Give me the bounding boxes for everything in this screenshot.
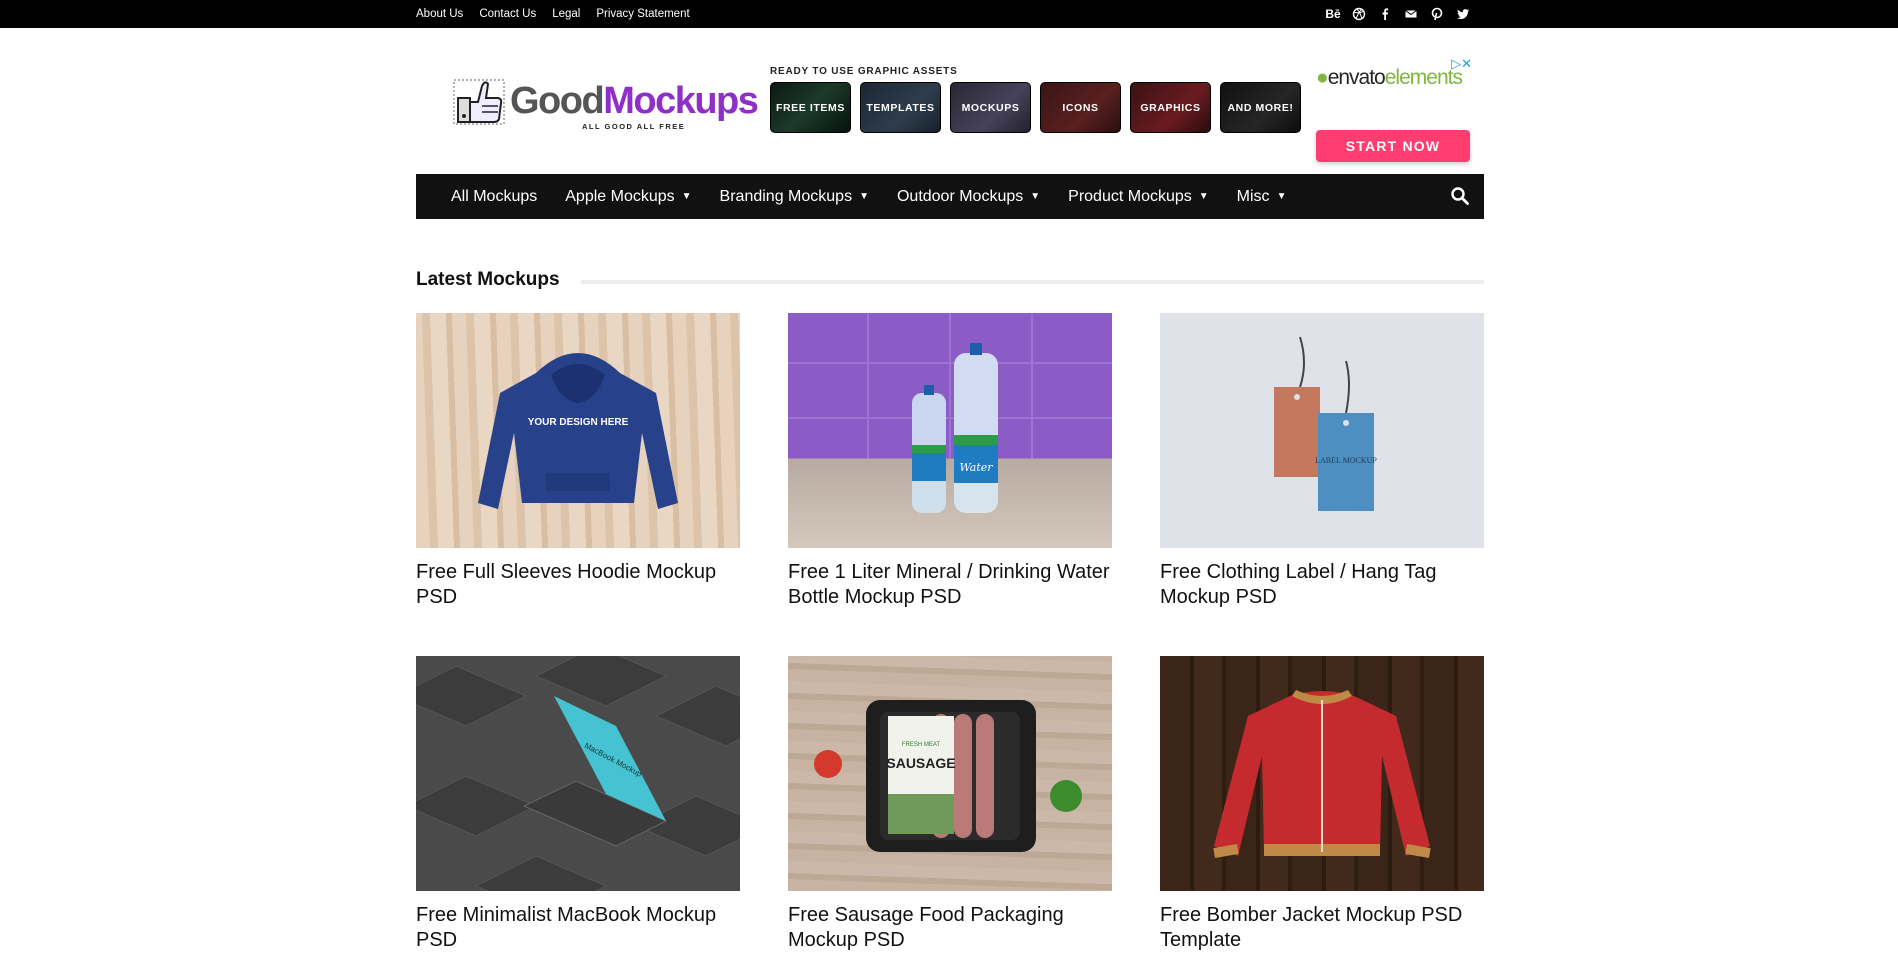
chevron-down-icon: ▼ (859, 191, 869, 202)
chevron-down-icon: ▼ (681, 191, 692, 202)
mockup-card-macbook[interactable]: MacBook Mockup Free Minimalist MacBook M… (416, 656, 740, 953)
bomber-jacket-image (1213, 690, 1431, 859)
card-thumbnail[interactable]: Water (788, 313, 1112, 548)
twitter-icon[interactable] (1450, 7, 1476, 21)
nav-product-mockups[interactable]: Product Mockups ▼ (1068, 188, 1209, 206)
nav-apple-mockups[interactable]: Apple Mockups ▼ (565, 188, 691, 206)
nav-misc[interactable]: Misc ▼ (1237, 188, 1287, 206)
tile-icons[interactable]: ICONS (1040, 82, 1121, 133)
top-bar: About Us Contact Us Legal Privacy Statem… (0, 0, 1898, 28)
card-title[interactable]: Free 1 Liter Mineral / Drinking Water Bo… (788, 560, 1112, 610)
chevron-down-icon: ▼ (1276, 191, 1287, 202)
logo-mockups-text: Mockups (603, 80, 759, 122)
privacy-statement-link[interactable]: Privacy Statement (596, 8, 689, 20)
search-icon[interactable] (1450, 186, 1470, 206)
elements-text: elements (1384, 66, 1463, 89)
tile-templates[interactable]: TEMPLATES (860, 82, 941, 133)
hoodie-image: YOUR DESIGN HERE (478, 353, 678, 509)
section-title: Latest Mockups (416, 269, 580, 291)
assets-title: READY TO USE GRAPHIC ASSETS (770, 66, 958, 77)
nav-branding-mockups[interactable]: Branding Mockups ▼ (720, 188, 869, 206)
card-thumbnail[interactable] (1160, 656, 1484, 891)
card-title[interactable]: Free Clothing Label / Hang Tag Mockup PS… (1160, 560, 1484, 610)
logo-tagline: ALL GOOD ALL FREE (582, 122, 686, 131)
card-thumbnail[interactable]: FRESH MEAT SAUSAGE (788, 656, 1112, 891)
nav-label: Apple Mockups (565, 187, 675, 205)
mockup-card-sausage[interactable]: FRESH MEAT SAUSAGE Free Sausage Food Pac… (788, 656, 1112, 953)
behance-icon[interactable]: Bē (1320, 7, 1346, 21)
site-logo[interactable]: GoodMockups ALL GOOD ALL FREE (452, 72, 759, 134)
mail-icon[interactable] (1398, 7, 1424, 21)
nav-label: Outdoor Mockups (896, 187, 1024, 205)
facebook-icon[interactable] (1372, 7, 1398, 21)
bottle-label-text: Water (959, 461, 993, 474)
card-thumbnail[interactable]: YOUR DESIGN HERE (416, 313, 740, 548)
envato-elements-logo: ●envatoelements (1316, 66, 1463, 90)
mockup-card-bomber-jacket[interactable]: Free Bomber Jacket Mockup PSD Template (1160, 656, 1484, 953)
section-divider (581, 280, 1484, 284)
main-nav: All Mockups Apple Mockups ▼ Branding Mock… (416, 174, 1484, 219)
hang-tags-image: LABEL MOCKUP (1274, 336, 1377, 511)
nav-label: Product Mockups (1068, 187, 1192, 205)
hoodie-print-text: YOUR DESIGN HERE (528, 417, 629, 428)
card-title[interactable]: Free Sausage Food Packaging Mockup PSD (788, 903, 1112, 953)
logo-good-text: Good (510, 80, 605, 122)
site-header: GoodMockups ALL GOOD ALL FREE READY TO U… (416, 28, 1484, 174)
logo-wordmark: GoodMockups (510, 80, 759, 122)
graphic-assets-banner: READY TO USE GRAPHIC ASSETS FREE ITEMS T… (770, 66, 1310, 133)
social-links: Bē (1320, 0, 1476, 28)
nav-all-mockups[interactable]: All Mockups (451, 188, 537, 206)
nav-label: Branding Mockups (719, 187, 853, 205)
top-links: About Us Contact Us Legal Privacy Statem… (416, 0, 706, 28)
tile-and-more[interactable]: AND MORE! (1220, 82, 1301, 133)
card-thumbnail[interactable]: MacBook Mockup (416, 656, 740, 891)
tile-graphics[interactable]: GRAPHICS (1130, 82, 1211, 133)
about-us-link[interactable]: About Us (416, 8, 463, 20)
card-title[interactable]: Free Minimalist MacBook Mockup PSD (416, 903, 740, 953)
card-title[interactable]: Free Bomber Jacket Mockup PSD Template (1160, 903, 1484, 953)
contact-us-link[interactable]: Contact Us (479, 8, 536, 20)
asset-tiles: FREE ITEMS TEMPLATES MOCKUPS ICONS GRAPH… (770, 82, 1310, 133)
nav-label: Misc (1236, 187, 1270, 205)
legal-link[interactable]: Legal (552, 8, 580, 20)
tile-mockups[interactable]: MOCKUPS (950, 82, 1031, 133)
thumbs-up-logo-icon (453, 79, 505, 125)
pinterest-icon[interactable] (1424, 7, 1450, 21)
envato-text: envato (1327, 66, 1386, 89)
sausage-label-text: SAUSAGE (886, 755, 955, 771)
envato-leaf-icon: ● (1316, 66, 1329, 89)
envato-ad[interactable]: ▷✕ ●envatoelements START NOW (1304, 56, 1472, 166)
chevron-down-icon: ▼ (1030, 191, 1041, 202)
nav-label: All Mockups (451, 187, 538, 205)
nav-outdoor-mockups[interactable]: Outdoor Mockups ▼ (897, 188, 1040, 206)
tag-label-text: LABEL MOCKUP (1315, 456, 1377, 465)
macbook-image: MacBook Mockup (416, 656, 740, 891)
chevron-down-icon: ▼ (1198, 191, 1209, 202)
water-bottles-image: Water (788, 313, 1112, 513)
sausage-label-top: FRESH MEAT (902, 742, 941, 748)
sausage-pack-image: FRESH MEAT SAUSAGE (814, 700, 1082, 852)
latest-mockups-section: Latest Mockups (416, 266, 1484, 296)
mockup-card-hoodie[interactable]: YOUR DESIGN HERE Free Full Sleeves Hoodi… (416, 313, 740, 610)
card-thumbnail[interactable]: LABEL MOCKUP (1160, 313, 1484, 548)
mockup-card-water-bottle[interactable]: Water Free 1 Liter Mineral / Drinking Wa… (788, 313, 1112, 610)
card-title[interactable]: Free Full Sleeves Hoodie Mockup PSD (416, 560, 740, 610)
mockup-card-hang-tag[interactable]: LABEL MOCKUP Free Clothing Label / Hang … (1160, 313, 1484, 610)
start-now-button[interactable]: START NOW (1316, 130, 1470, 162)
tile-free-items[interactable]: FREE ITEMS (770, 82, 851, 133)
dribbble-icon[interactable] (1346, 7, 1372, 21)
